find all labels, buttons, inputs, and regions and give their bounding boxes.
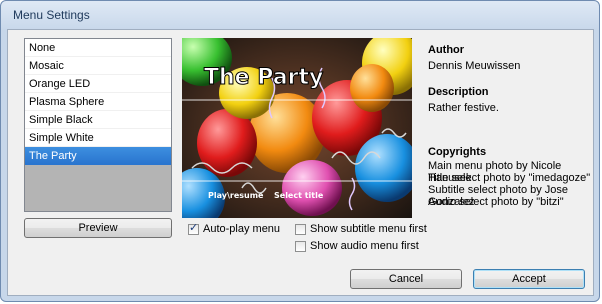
copyright-line: Title select photo by "imedagoze" [428, 172, 591, 184]
list-item[interactable]: Plasma Sphere [25, 93, 171, 111]
copyright-line: Audio select photo by "bitzi" [428, 196, 564, 208]
checkbox-icon[interactable] [295, 240, 306, 252]
description-value: Rather festive. [428, 102, 499, 114]
preview-title: The Party [204, 65, 323, 90]
description-heading: Description [428, 86, 489, 98]
author-value: Dennis Meuwissen [428, 60, 521, 72]
preview-select-label: Select title [274, 191, 324, 200]
preview-play-label: Play\resume [208, 191, 264, 200]
subtitle-first-checkbox[interactable]: Show subtitle menu first [295, 223, 427, 235]
title-bar[interactable]: Menu Settings [1, 1, 599, 29]
audio-first-checkbox[interactable]: Show audio menu first [295, 240, 419, 252]
list-item[interactable]: Simple Black [25, 111, 171, 129]
menu-style-list[interactable]: None Mosaic Orange LED Plasma Sphere Sim… [24, 38, 172, 212]
preview-image: The Party Play\resume Select title [182, 38, 412, 218]
checkbox-icon[interactable] [295, 223, 306, 235]
menu-settings-window: Menu Settings None Mosaic Orange LED Pla… [0, 0, 600, 302]
copyrights-heading: Copyrights [428, 146, 487, 158]
list-item[interactable]: None [25, 39, 171, 57]
list-item[interactable]: Simple White [25, 129, 171, 147]
audio-first-label: Show audio menu first [310, 240, 419, 252]
list-item[interactable]: Orange LED [25, 75, 171, 93]
menu-preview: The Party Play\resume Select title [182, 38, 412, 218]
accept-button[interactable]: Accept [473, 269, 585, 289]
cancel-button[interactable]: Cancel [350, 269, 462, 289]
subtitle-first-label: Show subtitle menu first [310, 223, 427, 235]
checkbox-checked-icon[interactable] [188, 221, 199, 235]
preview-button[interactable]: Preview [24, 218, 172, 238]
autoplay-label: Auto-play menu [203, 223, 281, 235]
list-item-selected[interactable]: The Party [25, 147, 171, 165]
author-heading: Author [428, 44, 465, 56]
autoplay-checkbox[interactable]: Auto-play menu [188, 221, 281, 235]
list-item[interactable]: Mosaic [25, 57, 171, 75]
window-title: Menu Settings [13, 8, 90, 22]
dialog-body: None Mosaic Orange LED Plasma Sphere Sim… [7, 29, 594, 296]
